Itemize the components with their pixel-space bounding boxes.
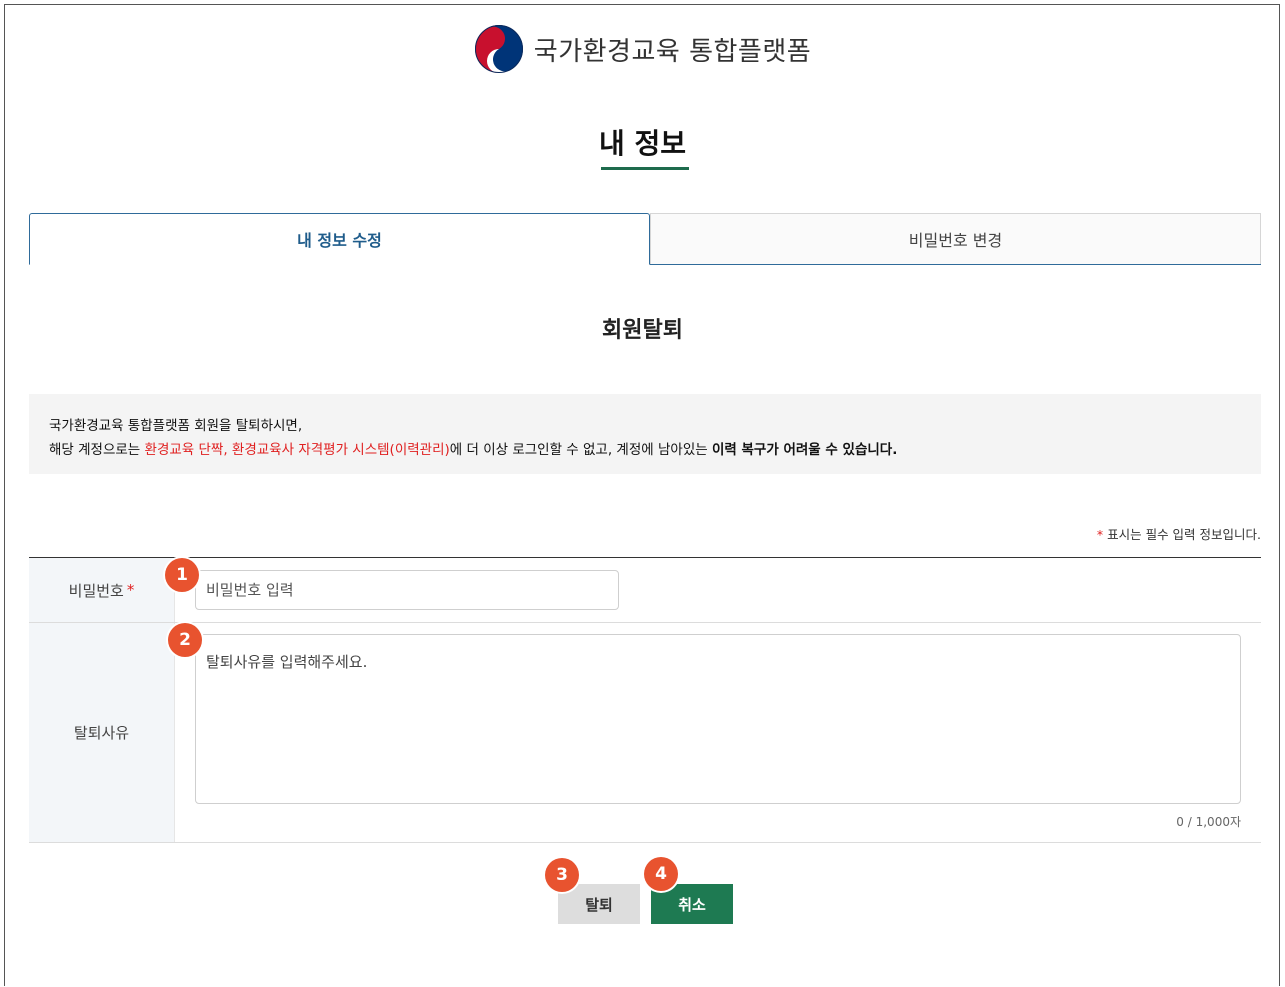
title-underline bbox=[601, 167, 689, 170]
brand-name: 국가환경교육 통합플랫폼 bbox=[533, 36, 812, 67]
reason-label: 탈퇴사유 bbox=[29, 623, 175, 842]
page-title: 내 정보 bbox=[598, 127, 687, 160]
password-input[interactable] bbox=[195, 570, 619, 610]
tab-change-password[interactable]: 비밀번호 변경 bbox=[650, 213, 1261, 264]
notice-bold-text: 이력 복구가 어려울 수 있습니다. bbox=[711, 442, 898, 458]
required-note-text: 표시는 필수 입력 정보입니다. bbox=[1103, 527, 1261, 542]
withdraw-button[interactable]: 탈퇴 bbox=[558, 884, 640, 924]
notice-line-2: 해당 계정으로는 환경교육 단짝, 환경교육사 자격평가 시스템(이력관리)에 … bbox=[49, 438, 1241, 462]
step-badge-2: 2 bbox=[168, 623, 202, 657]
password-label-text: 비밀번호 bbox=[68, 581, 124, 600]
section-title: 회원탈퇴 bbox=[602, 318, 683, 343]
notice-line-1: 국가환경교육 통합플랫폼 회원을 탈퇴하시면, bbox=[49, 418, 303, 434]
password-row: 비밀번호 * bbox=[29, 558, 1261, 623]
tab-bar: 내 정보 수정 비밀번호 변경 bbox=[29, 213, 1261, 265]
notice-middle: 에 더 이상 로그인할 수 없고, 계정에 남아있는 bbox=[449, 442, 712, 458]
tab-edit-profile[interactable]: 내 정보 수정 bbox=[29, 213, 650, 265]
password-required-star: * bbox=[126, 581, 135, 599]
withdrawal-form: 비밀번호* 탈퇴사유 0 / 1,000자 bbox=[29, 557, 1261, 843]
step-badge-3: 3 bbox=[545, 858, 579, 892]
required-note: * 표시는 필수 입력 정보입니다. bbox=[1097, 524, 1261, 543]
withdrawal-notice: 국가환경교육 통합플랫폼 회원을 탈퇴하시면, 해당 계정으로는 환경교육 단짝… bbox=[29, 394, 1261, 474]
step-badge-4: 4 bbox=[644, 857, 678, 891]
reason-row: 탈퇴사유 0 / 1,000자 bbox=[29, 623, 1261, 843]
reason-textarea[interactable] bbox=[195, 634, 1241, 804]
brand-header[interactable]: 국가환경교육 통합플랫폼 bbox=[0, 24, 1285, 74]
taegeuk-emblem-icon bbox=[474, 25, 523, 73]
step-badge-1: 1 bbox=[165, 558, 199, 592]
password-label: 비밀번호 * bbox=[29, 558, 175, 622]
notice-prefix: 해당 계정으로는 bbox=[49, 442, 145, 458]
notice-red-text: 환경교육 단짝, 환경교육사 자격평가 시스템(이력관리) bbox=[144, 442, 450, 458]
reason-char-counter: 0 / 1,000자 bbox=[1176, 815, 1241, 829]
